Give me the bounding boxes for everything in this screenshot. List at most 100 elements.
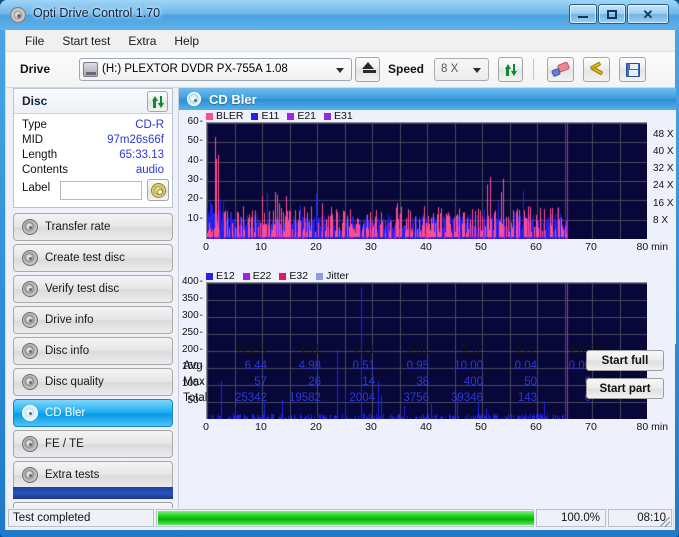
stats-cell: 6.44 — [244, 360, 267, 372]
menu-help[interactable]: Help — [165, 31, 208, 51]
disc-refresh-button[interactable] — [147, 91, 168, 112]
sidebar-item-label: Transfer rate — [45, 221, 111, 233]
speed-tick-label: 16 X — [653, 197, 674, 209]
x-tick-label: 50 — [475, 421, 487, 433]
cd-bler-icon — [22, 405, 38, 421]
disc-verify-icon — [22, 281, 38, 297]
stats-cell: 0 — [543, 392, 591, 404]
stats-cell: 57 — [254, 376, 267, 388]
x-tick-label: 30 — [365, 241, 377, 253]
eject-button[interactable] — [355, 57, 380, 82]
disc-label-input[interactable] — [60, 181, 142, 200]
menu-file[interactable]: File — [16, 31, 53, 51]
resize-grip[interactable] — [660, 517, 670, 527]
disc-value-contents: audio — [135, 164, 164, 176]
stats-cell: 3756 — [403, 392, 429, 404]
minimize-button[interactable] — [569, 4, 597, 24]
drive-select[interactable]: (H:) PLEXTOR DVDR PX-755A 1.08 — [79, 58, 352, 81]
speed-select[interactable]: 8 X — [434, 58, 489, 81]
disc-key-contents: Contents — [22, 164, 69, 176]
sidebar-item-extra-tests[interactable]: Extra tests — [13, 461, 173, 489]
sidebar-item-fe-te[interactable]: FE / TE — [13, 430, 173, 458]
refresh-button[interactable] — [498, 57, 523, 82]
disc-info-box: Disc Type CD-R MID 97m26s66f Length 65:3… — [13, 88, 173, 208]
x-tick-label: 80 min — [636, 241, 669, 253]
sidebar-item-drive-info[interactable]: Drive info — [13, 306, 173, 334]
x-tick-label: 70 — [585, 421, 597, 433]
chevron-down-icon — [336, 68, 344, 73]
legend-swatch — [324, 112, 332, 120]
y-tick-label: 400 — [182, 276, 203, 287]
tools-icon — [589, 61, 605, 77]
x-tick-label: 10 — [255, 241, 267, 253]
legend-swatch — [206, 272, 213, 280]
disc-value-length: 65:33.13 — [119, 149, 164, 161]
sidebar-item-disc-info[interactable]: Disc info — [13, 337, 173, 365]
disc-label-button[interactable] — [147, 179, 169, 201]
close-button[interactable]: ✕ — [627, 4, 669, 24]
client-area: File Start test Extra Help Drive (H:) PL… — [5, 30, 676, 530]
legend-label: E12 — [216, 270, 235, 282]
stats-cell: 26 — [308, 376, 321, 388]
legend-swatch — [206, 112, 213, 120]
x-tick-label: 50 — [475, 241, 487, 253]
save-button[interactable] — [619, 57, 646, 82]
legend-entry: E31 — [324, 110, 353, 122]
maximize-button[interactable] — [598, 4, 626, 24]
chart-bler: BLER E11 E21 E31 10 20 30 40 50 60 8 X 16 X 24 … — [179, 110, 676, 270]
title-bar: Opti Drive Control 1.70 ✕ — [0, 0, 679, 30]
stats-cell: 4.98 — [298, 360, 321, 372]
erase-button[interactable] — [547, 57, 574, 82]
sidebar-item-verify-test-disc[interactable]: Verify test disc — [13, 275, 173, 303]
start-part-button[interactable]: Start part — [586, 378, 664, 399]
speed-select-value: 8 X — [441, 63, 459, 75]
menu-extra[interactable]: Extra — [119, 31, 165, 51]
content-header: CD Bler — [179, 88, 676, 110]
stats-cell: 2004 — [349, 392, 375, 404]
content-panel: CD Bler BLER E11 E21 E31 10 20 30 40 50 60 8 … — [178, 88, 676, 530]
sidebar-item-disc-quality[interactable]: Disc quality — [13, 368, 173, 396]
tools-button[interactable] — [583, 57, 610, 82]
legend-entry: E22 — [242, 270, 271, 282]
x-tick-label: 80 min — [636, 421, 669, 433]
menu-start-test[interactable]: Start test — [53, 31, 119, 51]
disc-info-icon — [22, 343, 38, 359]
drive-info-icon — [22, 312, 38, 328]
x-tick-label: 30 — [365, 421, 377, 433]
drive-label: Drive — [20, 62, 51, 76]
extra-tests-icon — [22, 467, 38, 483]
minimize-icon — [578, 16, 588, 18]
stats-col-e31: E31 — [408, 344, 429, 356]
chart-bler-legend: BLER E11 E21 E31 — [206, 110, 356, 122]
stats-col-e12: E12 — [462, 344, 483, 356]
erase-icon — [550, 61, 571, 78]
disc-key-label: Label — [22, 182, 51, 194]
y-tick-label: 30 — [188, 174, 203, 185]
left-panel: Disc Type CD-R MID 97m26s66f Length 65:3… — [6, 88, 178, 530]
disc-key-length: Length — [22, 149, 58, 161]
refresh-arrows-icon — [504, 63, 518, 77]
window-title: Opti Drive Control 1.70 — [33, 6, 161, 20]
fe-te-icon — [22, 436, 38, 452]
maximize-icon — [607, 9, 617, 19]
sidebar-item-create-test-disc[interactable]: Create test disc — [13, 244, 173, 272]
start-full-button[interactable]: Start full — [586, 350, 664, 371]
speed-tick-label: 40 X — [653, 146, 674, 158]
legend-entry: E21 — [287, 110, 316, 122]
x-tick-label: 20 — [310, 241, 322, 253]
stats-col-e22: E22 — [516, 344, 537, 356]
chart-bler-speed-axis: 8 X 16 X 24 X 32 X 40 X 48 X — [653, 122, 677, 238]
stats-cell: 400 — [463, 376, 483, 388]
y-tick-label: 300 — [182, 310, 203, 321]
legend-swatch — [316, 272, 324, 280]
sidebar-item-transfer-rate[interactable]: Transfer rate — [13, 213, 173, 241]
status-bar: Test completed 100.0% 08:10 — [5, 508, 674, 529]
disc-key-type: Type — [22, 119, 47, 131]
stats-cell: 38 — [416, 376, 429, 388]
speed-tick-label: 48 X — [653, 128, 674, 140]
y-tick-label: 250 — [182, 327, 203, 338]
stats-row-label-max: Max — [183, 376, 205, 388]
speed-tick-label: 32 X — [653, 163, 674, 175]
sidebar-item-cd-bler[interactable]: CD Bler — [13, 399, 173, 427]
chart-bler-plot — [206, 122, 647, 239]
